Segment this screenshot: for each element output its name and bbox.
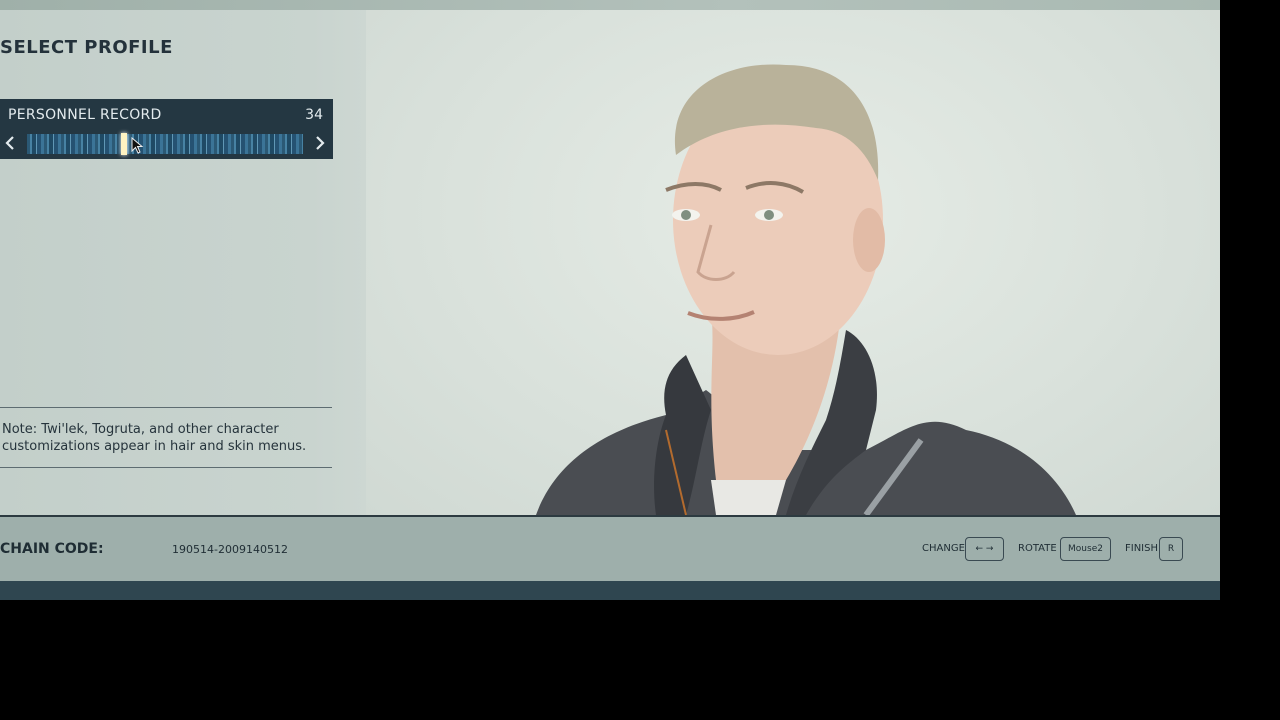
personnel-record-label: PERSONNEL RECORD xyxy=(8,107,162,123)
rotate-hint-label: ROTATE xyxy=(1018,543,1057,554)
customization-note: Note: Twi'lek, Togruta, and other charac… xyxy=(2,422,307,454)
change-hint-label: CHANGE xyxy=(922,543,965,554)
character-preview[interactable] xyxy=(366,10,1220,515)
divider xyxy=(0,467,332,468)
game-screen: SELECT PROFILE PERSONNEL RECORD 34 Note:… xyxy=(0,0,1220,600)
record-slider-track[interactable] xyxy=(27,134,303,154)
ear xyxy=(853,208,885,272)
divider xyxy=(0,407,332,408)
personnel-record-count: 34 xyxy=(305,107,323,123)
chevron-right-icon[interactable] xyxy=(313,135,327,151)
top-strip xyxy=(0,0,1220,10)
shirt xyxy=(711,480,786,515)
record-slider-handle[interactable] xyxy=(121,133,127,155)
finish-hint-label: FINISH xyxy=(1125,543,1158,554)
rotate-keycap[interactable]: Mouse2 xyxy=(1060,537,1111,561)
change-keycap[interactable]: ← → xyxy=(965,537,1004,561)
chevron-left-icon[interactable] xyxy=(3,135,17,151)
page-title: SELECT PROFILE xyxy=(0,37,173,58)
left-panel: SELECT PROFILE PERSONNEL RECORD 34 Note:… xyxy=(0,10,366,515)
chain-code-label: CHAIN CODE: xyxy=(0,541,104,557)
character-portrait xyxy=(536,64,1076,515)
footer-strip xyxy=(0,581,1220,600)
finish-keycap[interactable]: R xyxy=(1159,537,1183,561)
mouse-cursor-icon xyxy=(131,136,145,159)
chain-code-value: 190514-2009140512 xyxy=(172,543,288,556)
bottom-bar: CHAIN CODE: 190514-2009140512 CHANGE ← →… xyxy=(0,517,1220,581)
personnel-record-selector[interactable]: PERSONNEL RECORD 34 xyxy=(0,99,333,159)
